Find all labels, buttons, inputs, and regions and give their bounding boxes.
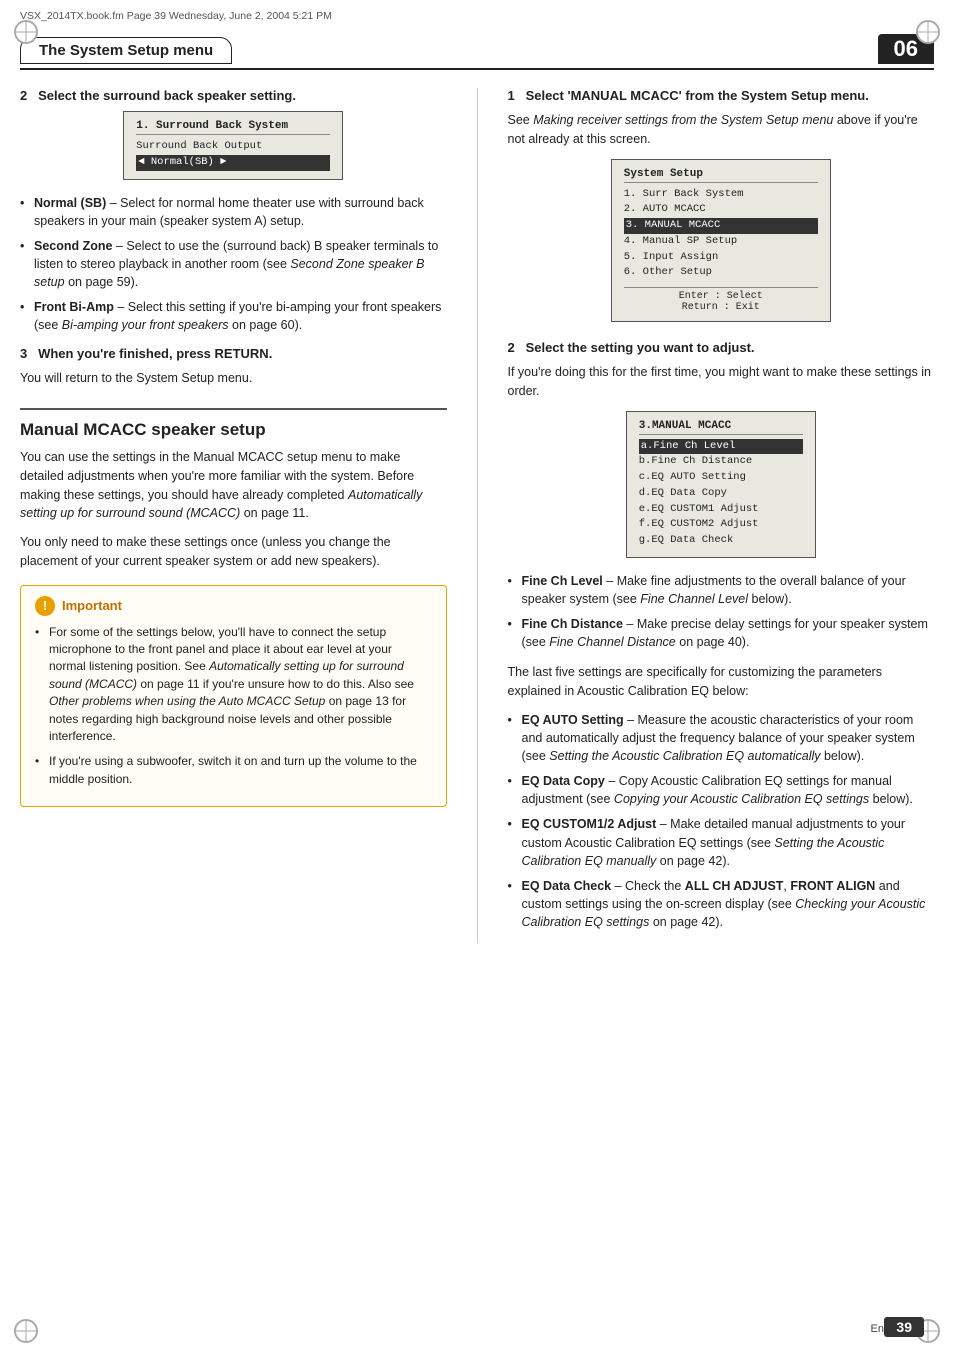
- mcacc-main-bullet-list: Fine Ch Level – Make fine adjustments to…: [508, 572, 935, 652]
- surround-bullet-list: Normal (SB) – Select for normal home the…: [20, 194, 447, 335]
- manual-mcacc-title: Manual MCACC speaker setup: [20, 408, 447, 440]
- lcd2-row-2-selected: 3. MANUAL MCACC: [624, 218, 818, 234]
- step2-body: If you're doing this for the first time,…: [508, 363, 935, 401]
- eq-data-copy-term: EQ Data Copy: [522, 774, 605, 788]
- step1-manual-mcacc-heading: 1 Select 'MANUAL MCACC' from the System …: [508, 88, 935, 103]
- lcd3-row-1: b.Fine Ch Distance: [639, 454, 803, 470]
- important-box: ! Important For some of the settings bel…: [20, 585, 447, 808]
- lcd2-row-3: 4. Manual SP Setup: [624, 234, 818, 250]
- corner-decoration-tr: [916, 20, 940, 44]
- bullet-fine-ch-level: Fine Ch Level – Make fine adjustments to…: [508, 572, 935, 608]
- lcd-screen-manual-mcacc: 3.MANUAL MCACC a.Fine Ch Level b.Fine Ch…: [626, 411, 816, 558]
- lcd-screen-surround: 1. Surround Back System Surround Back Ou…: [123, 111, 343, 180]
- bullet-eq-data-copy: EQ Data Copy – Copy Acoustic Calibration…: [508, 772, 935, 808]
- bullet-term-second-zone: Second Zone: [34, 239, 112, 253]
- eq-data-check-term: EQ Data Check: [522, 879, 612, 893]
- page-header: The System Setup menu 06: [20, 34, 934, 70]
- lcd3-row-0-selected: a.Fine Ch Level: [639, 439, 803, 455]
- step3-heading: 3 When you're finished, press RETURN.: [20, 346, 447, 361]
- bullet-normal-sb: Normal (SB) – Select for normal home the…: [20, 194, 447, 230]
- lcd2-row-0: 1. Surr Back System: [624, 187, 818, 203]
- step2-adjust-heading: 2 Select the setting you want to adjust.: [508, 340, 935, 355]
- bullet-eq-auto-setting: EQ AUTO Setting – Measure the acoustic c…: [508, 711, 935, 765]
- lcd2-title: System Setup: [624, 168, 818, 183]
- column-divider: [477, 88, 478, 943]
- fine-ch-distance-term: Fine Ch Distance: [522, 617, 623, 631]
- step1-body: See Making receiver settings from the Sy…: [508, 111, 935, 149]
- page-lang: En: [871, 1323, 884, 1335]
- bullet-eq-custom-adjust: EQ CUSTOM1/2 Adjust – Make detailed manu…: [508, 815, 935, 869]
- bullet-fine-ch-distance: Fine Ch Distance – Make precise delay se…: [508, 615, 935, 651]
- bullet-front-biamp: Front Bi-Amp – Select this setting if yo…: [20, 298, 447, 334]
- lcd2-nav: Enter : SelectReturn : Exit: [624, 287, 818, 313]
- lcd3-row-5: f.EQ CUSTOM2 Adjust: [639, 517, 803, 533]
- lcd3-row-3: d.EQ Data Copy: [639, 486, 803, 502]
- lcd3-row-2: c.EQ AUTO Setting: [639, 470, 803, 486]
- important-item-2: If you're using a subwoofer, switch it o…: [35, 753, 432, 788]
- step2-surround-heading: 2 Select the surround back speaker setti…: [20, 88, 447, 103]
- right-column: 1 Select 'MANUAL MCACC' from the System …: [508, 88, 935, 943]
- warning-icon: !: [35, 596, 55, 616]
- eq-bullet-list: EQ AUTO Setting – Measure the acoustic c…: [508, 711, 935, 931]
- lcd1-title: 1. Surround Back System: [136, 120, 330, 135]
- corner-decoration-bl: [14, 1319, 38, 1343]
- lcd3-row-4: e.EQ CUSTOM1 Adjust: [639, 502, 803, 518]
- lcd1-selected-row: ◄ Normal(SB) ►: [136, 155, 330, 171]
- lcd2-row-1: 2. AUTO MCACC: [624, 202, 818, 218]
- fine-ch-level-term: Fine Ch Level: [522, 574, 603, 588]
- important-label: Important: [62, 598, 122, 613]
- important-item-1: For some of the settings below, you'll h…: [35, 624, 432, 746]
- lcd-screen-system-setup: System Setup 1. Surr Back System 2. AUTO…: [611, 159, 831, 323]
- bullet-term-normal-sb: Normal (SB): [34, 196, 106, 210]
- header-title: The System Setup menu: [20, 37, 232, 64]
- corner-decoration-tl: [14, 20, 38, 44]
- important-list: For some of the settings below, you'll h…: [35, 624, 432, 789]
- lcd2-row-5: 6. Other Setup: [624, 265, 818, 281]
- main-content: 2 Select the surround back speaker setti…: [20, 70, 934, 943]
- last-five-intro: The last five settings are specifically …: [508, 663, 935, 701]
- lcd3-title: 3.MANUAL MCACC: [639, 420, 803, 435]
- file-info: VSX_2014TX.book.fm Page 39 Wednesday, Ju…: [20, 6, 934, 22]
- lcd3-row-6: g.EQ Data Check: [639, 533, 803, 549]
- bullet-eq-data-check: EQ Data Check – Check the ALL CH ADJUST,…: [508, 877, 935, 931]
- important-header: ! Important: [35, 596, 432, 616]
- eq-auto-term: EQ AUTO Setting: [522, 713, 624, 727]
- bullet-term-front-biamp: Front Bi-Amp: [34, 300, 114, 314]
- left-column: 2 Select the surround back speaker setti…: [20, 88, 447, 943]
- lcd2-row-4: 5. Input Assign: [624, 250, 818, 266]
- eq-custom-adjust-term: EQ CUSTOM1/2 Adjust: [522, 817, 657, 831]
- manual-mcacc-body1: You can use the settings in the Manual M…: [20, 448, 447, 523]
- lcd1-subtitle: Surround Back Output: [136, 139, 330, 155]
- bullet-second-zone: Second Zone – Select to use the (surroun…: [20, 237, 447, 291]
- page-number: 39: [884, 1317, 924, 1337]
- step3-body: You will return to the System Setup menu…: [20, 369, 447, 388]
- manual-mcacc-body2: You only need to make these settings onc…: [20, 533, 447, 571]
